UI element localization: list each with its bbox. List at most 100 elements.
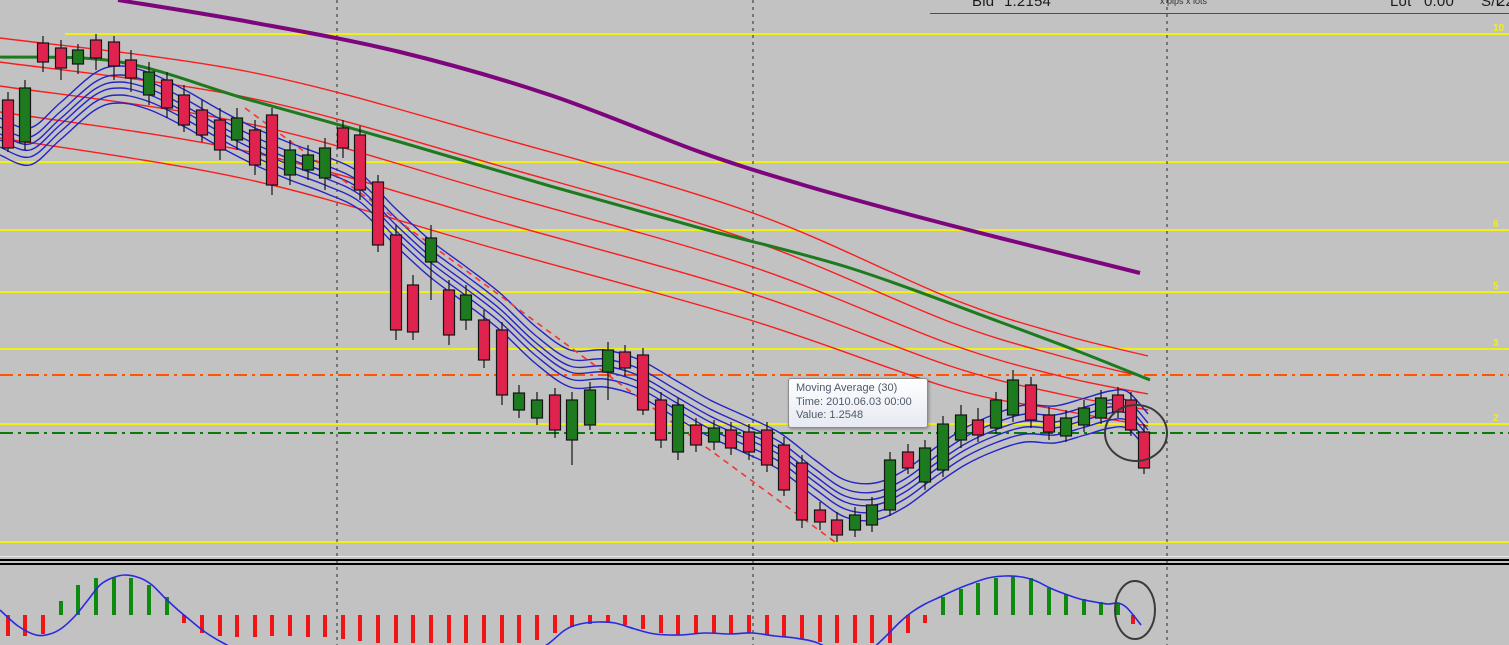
oscillator-bar bbox=[782, 615, 786, 637]
oscillator-bar bbox=[1047, 588, 1051, 615]
candle-body bbox=[265, 114, 279, 186]
candle-body bbox=[707, 427, 721, 443]
candle-body bbox=[1, 99, 15, 149]
oscillator-bar bbox=[747, 615, 751, 633]
candle bbox=[760, 422, 774, 472]
candle-body bbox=[442, 289, 456, 336]
blue-ma-line bbox=[0, 87, 1149, 507]
candle bbox=[565, 392, 579, 465]
pips-lots-note: x pips x lots bbox=[1160, 0, 1208, 6]
oscillator-bar bbox=[1029, 578, 1033, 615]
oscillator-bar bbox=[835, 615, 839, 643]
oscillator-bar bbox=[411, 615, 415, 643]
candle-body bbox=[1137, 431, 1151, 469]
candle bbox=[71, 44, 85, 74]
oscillator-bar bbox=[694, 615, 698, 634]
candle-body bbox=[318, 147, 332, 179]
candle-body bbox=[459, 294, 473, 321]
candle-body bbox=[89, 39, 103, 59]
tooltip: Moving Average (30) Time: 2010.06.03 00:… bbox=[788, 378, 928, 428]
oscillator-bar bbox=[906, 615, 910, 633]
oscillator-bar bbox=[994, 578, 998, 615]
oscillator-bar bbox=[676, 615, 680, 635]
candle-body bbox=[1077, 407, 1091, 426]
oscillator-bar bbox=[341, 615, 345, 639]
candle-body bbox=[813, 509, 827, 523]
oscillator-bar bbox=[1064, 594, 1068, 615]
candle-body bbox=[107, 41, 121, 67]
tooltip-title: Moving Average (30) bbox=[796, 382, 898, 394]
oscillator-bar bbox=[235, 615, 239, 637]
candle bbox=[477, 310, 491, 368]
candle-body bbox=[971, 419, 985, 436]
oscillator-bar bbox=[1116, 603, 1120, 615]
candle-body bbox=[901, 451, 915, 469]
candle-body bbox=[1094, 397, 1108, 419]
oscillator-panel bbox=[0, 574, 1142, 645]
candle-body bbox=[248, 129, 262, 166]
candle bbox=[601, 342, 615, 400]
candle-body bbox=[724, 429, 738, 449]
candle-body bbox=[1006, 379, 1020, 416]
oscillator-bar bbox=[23, 615, 27, 636]
candle-body bbox=[283, 149, 297, 176]
panel-separator[interactable] bbox=[0, 559, 1509, 561]
candle bbox=[654, 392, 668, 448]
candle-body bbox=[177, 94, 191, 126]
oscillator-bar bbox=[59, 601, 63, 615]
candle-body bbox=[830, 519, 844, 536]
candle bbox=[671, 398, 685, 460]
oscillator-bar bbox=[941, 597, 945, 615]
oscillator-signal-line bbox=[0, 574, 1142, 645]
candle-body bbox=[160, 79, 174, 109]
candle-body bbox=[124, 59, 138, 79]
red-ma-line bbox=[0, 111, 1149, 411]
candle bbox=[353, 126, 367, 200]
candle-body bbox=[389, 234, 403, 331]
candle-body bbox=[760, 429, 774, 466]
oscillator-bar bbox=[306, 615, 310, 637]
candle-body bbox=[1042, 414, 1056, 433]
candle bbox=[865, 497, 879, 532]
chart-canvas[interactable]: 10 6 5 3 2 bbox=[0, 0, 1509, 645]
candle-body bbox=[618, 351, 632, 369]
oscillator-bar bbox=[112, 577, 116, 615]
oscillator-bar bbox=[129, 578, 133, 615]
candle-body bbox=[530, 399, 544, 419]
candle bbox=[636, 348, 650, 415]
candle-body bbox=[583, 389, 597, 426]
candle bbox=[830, 512, 844, 542]
fib-label: 10 bbox=[1493, 23, 1505, 34]
candle bbox=[512, 385, 526, 418]
oscillator-bar bbox=[976, 583, 980, 615]
oscillator-bar bbox=[1082, 599, 1086, 615]
candle-body bbox=[371, 181, 385, 246]
stop-loss-value[interactable]: 22 bbox=[1497, 0, 1509, 10]
candle-body bbox=[654, 399, 668, 441]
panel-separator[interactable] bbox=[0, 563, 1509, 565]
candle-body bbox=[301, 154, 315, 171]
candle bbox=[583, 382, 597, 430]
candle bbox=[406, 275, 420, 340]
oscillator-bar bbox=[464, 615, 468, 643]
oscillator-bar bbox=[712, 615, 716, 633]
fib-label: 3 bbox=[1493, 338, 1499, 349]
oscillator-bar bbox=[535, 615, 539, 640]
red-dashed-trendline bbox=[244, 107, 836, 543]
lot-value[interactable]: 0.00 bbox=[1424, 0, 1454, 10]
red-ma-line bbox=[0, 85, 1149, 395]
oscillator-bar bbox=[870, 615, 874, 643]
candle-body bbox=[54, 47, 68, 69]
oscillator-bar bbox=[959, 589, 963, 615]
candle-body bbox=[18, 87, 32, 143]
oscillator-bar bbox=[94, 578, 98, 615]
candle-body bbox=[689, 424, 703, 446]
oscillator-bar bbox=[800, 615, 804, 639]
oscillator-bar bbox=[553, 615, 557, 633]
oscillator-bar bbox=[147, 585, 151, 615]
oscillator-bar bbox=[517, 615, 521, 643]
candle bbox=[318, 138, 332, 190]
candle-body bbox=[406, 284, 420, 333]
candle-body bbox=[353, 134, 367, 191]
candle-body bbox=[512, 392, 526, 411]
